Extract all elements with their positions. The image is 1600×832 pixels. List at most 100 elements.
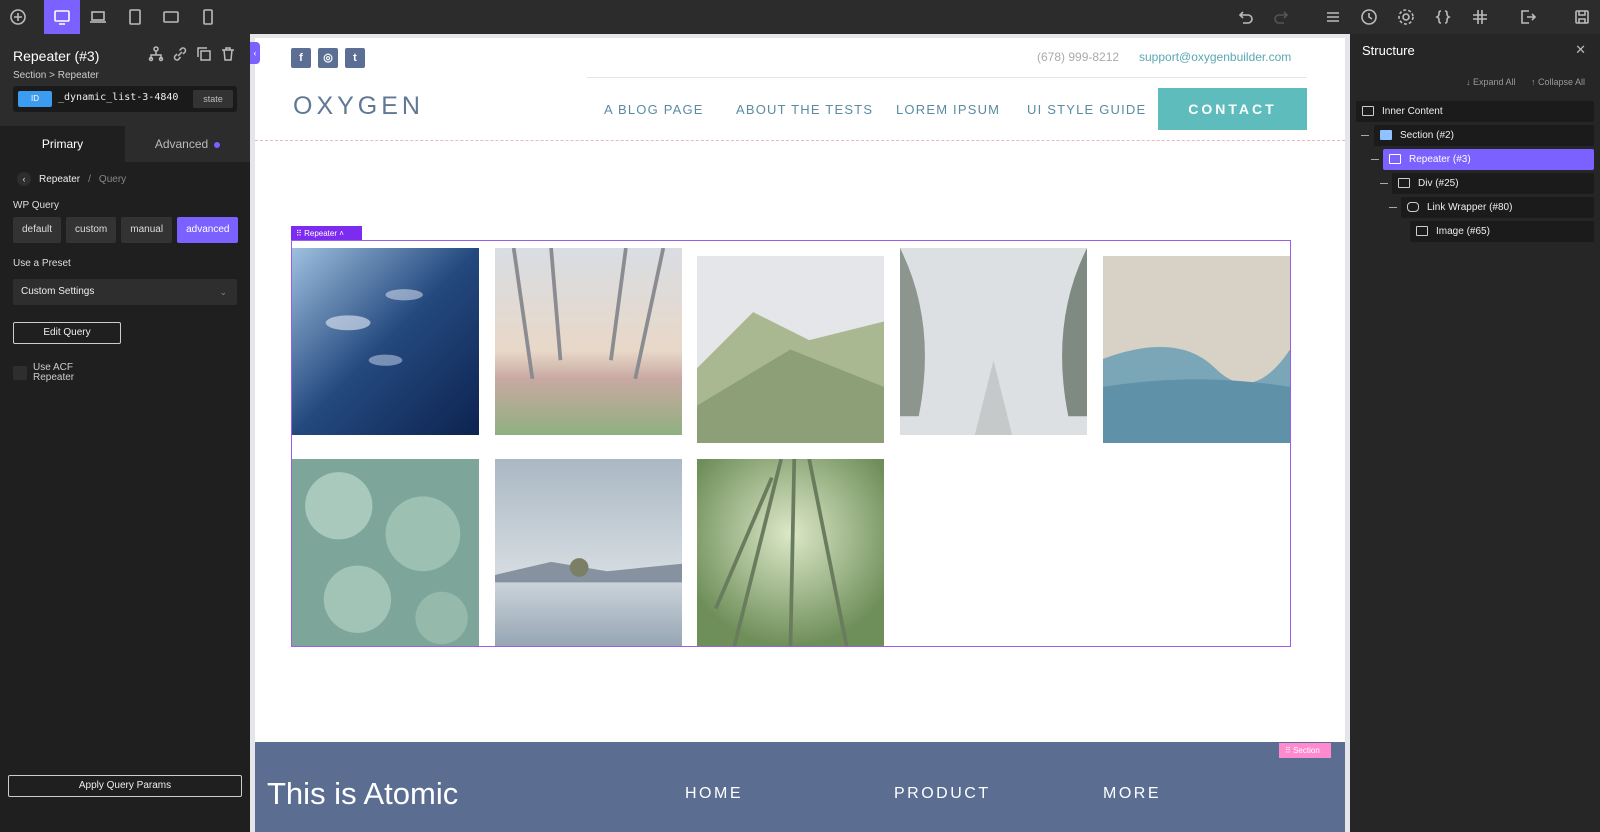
header-dashed-divider	[255, 140, 1345, 141]
top-toolbar	[0, 0, 1600, 34]
structure-title: Structure	[1362, 43, 1415, 58]
duplicate-icon[interactable]	[196, 46, 212, 62]
element-breadcrumb[interactable]: Section > Repeater	[13, 70, 99, 81]
nav-lorem-ipsum[interactable]: LOREM IPSUM	[896, 102, 1000, 117]
header-phone[interactable]: (678) 999-8212	[1037, 50, 1119, 64]
site-logo[interactable]: OXYGEN	[293, 92, 424, 121]
tree-item-image[interactable]: Image (#65)	[1410, 221, 1594, 242]
tree-item-repeater[interactable]: Repeater (#3)	[1383, 149, 1594, 170]
tree-item-label: Link Wrapper (#80)	[1427, 202, 1513, 213]
laptop-icon[interactable]	[80, 0, 116, 34]
page-preview: f ◎ t (678) 999-8212 support@oxygenbuild…	[255, 38, 1345, 832]
section-tag-label: Section	[1293, 746, 1320, 755]
gallery-image-succulents[interactable]	[292, 459, 479, 646]
canvas: f ◎ t (678) 999-8212 support@oxygenbuild…	[250, 34, 1350, 832]
twitter-icon[interactable]: t	[345, 48, 365, 68]
save-icon[interactable]	[1564, 0, 1600, 34]
chevron-down-icon: ⌄	[219, 287, 227, 297]
structure-icon[interactable]	[148, 46, 164, 62]
state-button[interactable]: state	[193, 90, 233, 108]
gallery-image-mountain-ridge[interactable]	[697, 256, 884, 443]
history-icon[interactable]	[1351, 0, 1387, 34]
contact-button[interactable]: CONTACT	[1158, 88, 1307, 130]
image-icon	[1416, 226, 1428, 237]
tablet-icon[interactable]	[117, 0, 153, 34]
tab-advanced[interactable]: Advanced	[125, 126, 250, 162]
nav-blog[interactable]: A BLOG PAGE	[604, 102, 704, 117]
preset-select[interactable]: Custom Settings ⌄	[13, 279, 237, 305]
link-wrapper-icon	[1407, 202, 1419, 213]
tree-item-label: Div (#25)	[1418, 178, 1459, 189]
tree-item-div[interactable]: Div (#25)	[1392, 173, 1594, 194]
collapse-panel-icon[interactable]: ‹	[250, 42, 260, 64]
header-email[interactable]: support@oxygenbuilder.com	[1139, 50, 1291, 64]
tree-item-label: Repeater (#3)	[1409, 154, 1471, 165]
desktop-icon[interactable]	[44, 0, 80, 34]
gallery-image-lake-tree[interactable]	[495, 459, 682, 646]
wp-query-manual[interactable]: manual	[121, 217, 173, 243]
gallery-image-coastline[interactable]	[1103, 256, 1290, 443]
undo-icon[interactable]	[1227, 0, 1263, 34]
collapse-toggle-icon[interactable]	[1380, 183, 1388, 184]
div-icon	[1398, 178, 1410, 189]
expand-all-button[interactable]: ↓ Expand All	[1466, 77, 1516, 87]
gallery-image-koi-fish[interactable]	[292, 248, 479, 435]
footer-nav-home[interactable]: HOME	[685, 785, 743, 803]
preset-value: Custom Settings	[21, 286, 95, 297]
link-icon[interactable]	[172, 46, 188, 62]
sub-breadcrumb-current[interactable]: Repeater	[39, 174, 80, 185]
facebook-icon[interactable]: f	[291, 48, 311, 68]
gallery-image-bamboo-forest[interactable]	[697, 459, 884, 646]
footer-nav-more[interactable]: MORE	[1103, 785, 1161, 803]
exit-icon[interactable]	[1510, 0, 1546, 34]
tree-item-inner-content[interactable]: Inner Content	[1356, 101, 1594, 122]
wp-query-advanced[interactable]: advanced	[177, 217, 239, 243]
acf-checkbox[interactable]	[13, 366, 27, 380]
list-icon[interactable]	[1315, 0, 1351, 34]
wp-query-custom[interactable]: custom	[66, 217, 117, 243]
tree-item-link-wrapper[interactable]: Link Wrapper (#80)	[1401, 197, 1594, 218]
instagram-icon[interactable]: ◎	[318, 48, 338, 68]
nav-ui-style-guide[interactable]: UI STYLE GUIDE	[1027, 102, 1146, 117]
tree-item-section[interactable]: Section (#2)	[1374, 125, 1594, 146]
repeater-tag[interactable]: ⠿ Repeater ˄	[291, 226, 362, 241]
wp-query-default[interactable]: default	[13, 217, 62, 243]
tab-advanced-label: Advanced	[154, 137, 209, 151]
footer-nav-product[interactable]: PRODUCT	[894, 785, 991, 803]
collapse-toggle-icon[interactable]	[1389, 207, 1397, 208]
footer-section: ⠿ Section This is Atomic HOME PRODUCT MO…	[255, 742, 1345, 832]
collapse-toggle-icon[interactable]	[1371, 159, 1379, 160]
preset-label: Use a Preset	[13, 258, 71, 269]
element-header: Repeater (#3) Section > Repeater ID _dyn…	[0, 34, 250, 126]
advanced-indicator-icon	[214, 141, 221, 148]
close-icon[interactable]: ✕	[1575, 42, 1586, 58]
wp-query-label: WP Query	[13, 200, 59, 211]
gallery-image-foggy-road[interactable]	[900, 248, 1087, 435]
code-icon[interactable]	[1425, 0, 1461, 34]
back-chevron-icon[interactable]: ‹	[17, 172, 31, 186]
collapse-all-button[interactable]: ↑ Collapse All	[1531, 77, 1585, 87]
id-field[interactable]: ID _dynamic_list-3-4840 state	[13, 86, 237, 112]
acf-label: Use ACF Repeater	[33, 362, 75, 383]
grid-icon[interactable]	[1462, 0, 1498, 34]
redo-icon[interactable]	[1264, 0, 1300, 34]
sub-breadcrumb-next: Query	[98, 173, 127, 185]
section-tag[interactable]: ⠿ Section	[1279, 743, 1331, 758]
acf-repeater-option: Use ACF Repeater	[13, 363, 93, 383]
element-title: Repeater (#3)	[13, 48, 100, 64]
edit-query-button[interactable]: Edit Query	[13, 322, 121, 344]
tablet-landscape-icon[interactable]	[153, 0, 189, 34]
tab-primary[interactable]: Primary	[0, 126, 125, 162]
gallery-image-tree-lined-path[interactable]	[495, 248, 682, 435]
add-icon[interactable]	[0, 0, 36, 34]
phone-icon[interactable]	[190, 0, 226, 34]
id-value[interactable]: _dynamic_list-3-4840	[58, 92, 178, 103]
repeater-icon	[1389, 154, 1401, 165]
settings-icon[interactable]	[1388, 0, 1424, 34]
nav-about-tests[interactable]: ABOUT THE TESTS	[736, 102, 873, 117]
section-icon	[1380, 130, 1392, 141]
apply-query-params-button[interactable]: Apply Query Params	[8, 775, 242, 797]
trash-icon[interactable]	[220, 46, 236, 62]
footer-title: This is Atomic	[267, 776, 459, 811]
collapse-toggle-icon[interactable]	[1361, 135, 1369, 136]
